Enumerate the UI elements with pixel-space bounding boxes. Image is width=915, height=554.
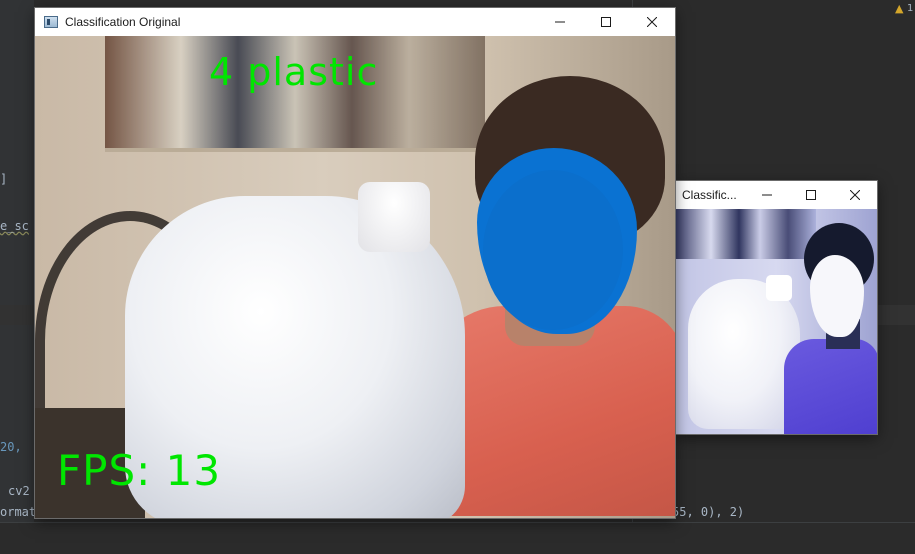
small-window-titlebar[interactable]: Classific...: [676, 181, 877, 209]
code-number: 20,: [0, 440, 22, 454]
main-window-title: Classification Original: [65, 15, 181, 29]
wall-painting: [676, 209, 816, 259]
ide-gutter: [0, 0, 34, 553]
maximize-icon: [806, 190, 816, 200]
small-window-title: Classific...: [682, 188, 737, 202]
close-icon: [647, 17, 657, 27]
code-cv2: cv2: [8, 484, 30, 498]
fps-counter: FPS: 13: [57, 446, 222, 495]
jug-cap: [358, 182, 430, 252]
small-camera-feed: [676, 209, 877, 434]
jug-cap: [766, 275, 792, 301]
main-window-titlebar[interactable]: Classification Original: [35, 8, 675, 36]
code-score: e_sc: [0, 219, 29, 233]
minimize-icon: [762, 194, 772, 196]
close-icon: [850, 190, 860, 200]
app-icon: [44, 16, 58, 28]
warning-count: 1: [907, 3, 914, 14]
classification-small-window[interactable]: Classific...: [676, 181, 877, 434]
maximize-icon: [601, 17, 611, 27]
main-minimize-button[interactable]: [537, 8, 583, 36]
code-tail: 55, 0), 2): [672, 505, 745, 519]
classification-original-window[interactable]: Classification Original 4 plastic FPS: 1…: [35, 8, 675, 518]
small-close-button[interactable]: [833, 181, 877, 209]
main-close-button[interactable]: [629, 8, 675, 36]
code-bracket: ]: [0, 172, 8, 186]
minimize-icon: [555, 21, 565, 23]
main-maximize-button[interactable]: [583, 8, 629, 36]
classification-label: 4 plastic: [209, 50, 379, 94]
main-camera-feed: 4 plastic FPS: 13: [35, 36, 675, 518]
ide-bottom-panel: [0, 522, 915, 554]
person-shirt: [784, 339, 877, 434]
small-minimize-button[interactable]: [745, 181, 789, 209]
small-maximize-button[interactable]: [789, 181, 833, 209]
warning-icon[interactable]: ▲: [895, 2, 903, 15]
code-format: ormat: [0, 505, 37, 519]
